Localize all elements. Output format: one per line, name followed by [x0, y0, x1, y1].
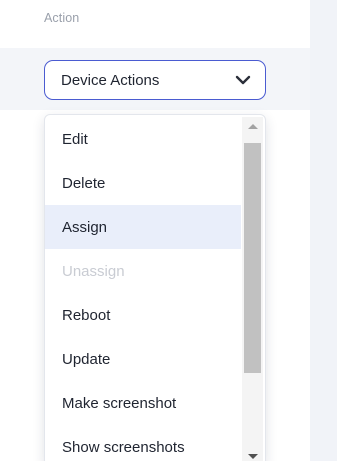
side-background: [310, 0, 337, 461]
device-actions-screen: Action Device Actions Edit Delete Assign…: [0, 0, 337, 461]
scroll-up-arrow-icon[interactable]: [248, 124, 258, 129]
device-actions-dropdown: Edit Delete Assign Unassign Reboot Updat…: [44, 114, 266, 461]
menu-item-unassign: Unassign: [62, 262, 125, 280]
menu-item-delete[interactable]: Delete: [45, 161, 241, 205]
chevron-down-icon: [235, 75, 251, 85]
table-header-row: Action: [0, 0, 310, 48]
scroll-down-arrow-icon[interactable]: [248, 454, 258, 459]
menu-item-edit[interactable]: Edit: [45, 117, 241, 161]
menu-item-update[interactable]: Update: [45, 337, 241, 381]
action-column-header: Action: [44, 11, 80, 25]
menu-item-reboot[interactable]: Reboot: [45, 293, 241, 337]
dropdown-scrollbar[interactable]: [242, 117, 263, 461]
device-actions-select[interactable]: Device Actions: [44, 60, 266, 100]
menu-item-assign[interactable]: Assign: [45, 205, 241, 249]
menu-item-make-screenshot[interactable]: Make screenshot: [45, 381, 241, 425]
scrollbar-thumb[interactable]: [244, 143, 261, 373]
menu-item-show-screenshots[interactable]: Show screenshots: [45, 425, 241, 461]
device-actions-select-value: Device Actions: [61, 71, 160, 89]
